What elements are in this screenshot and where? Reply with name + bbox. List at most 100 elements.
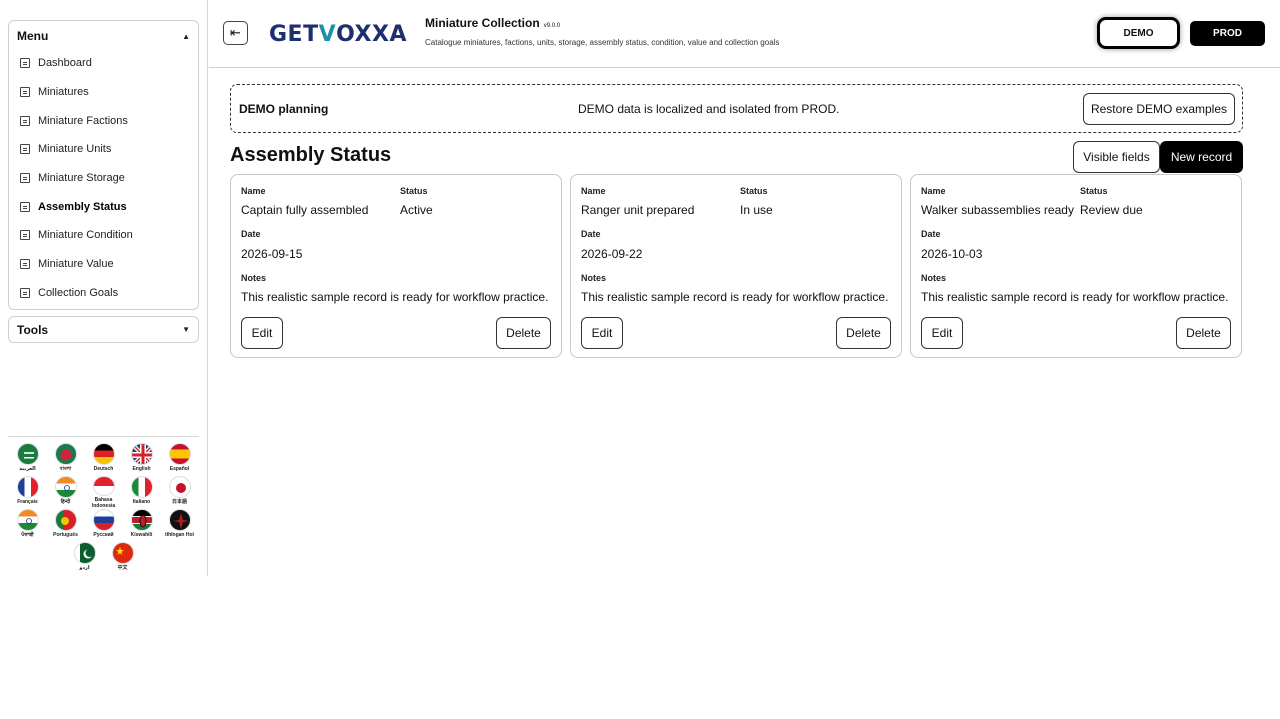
list-icon (20, 287, 30, 298)
record-date: 2026-09-15 (241, 247, 303, 261)
sidebar-item-label: Miniature Condition (38, 229, 133, 242)
caret-down-icon[interactable]: ▼ (182, 325, 190, 334)
language-indonesian[interactable]: Bahasa Indonesia (85, 476, 123, 509)
logo-text-part: GET (269, 21, 319, 47)
tools-panel[interactable]: Tools ▼ (8, 316, 199, 343)
language-french[interactable]: Français (9, 476, 47, 509)
language-swahili[interactable]: Kiswahili (123, 509, 161, 542)
language-selector: العربية বাংলা Deutsch English Español Fr… (8, 436, 199, 575)
collapse-sidebar-button[interactable]: ⇤ (223, 21, 248, 45)
language-italian[interactable]: Italiano (123, 476, 161, 509)
list-icon (20, 230, 30, 241)
app-subtitle: Catalogue miniatures, factions, units, s… (425, 38, 780, 47)
prod-env-button[interactable]: PROD (1190, 21, 1265, 46)
menu-panel: Menu ▲ Dashboard Miniatures Miniature Fa… (8, 20, 199, 310)
sidebar-item-miniatures[interactable]: Miniatures (9, 78, 198, 107)
record-notes: This realistic sample record is ready fo… (581, 290, 889, 304)
list-icon (20, 115, 30, 126)
notes-label: Notes (581, 273, 607, 283)
menu-title: Menu (17, 29, 49, 43)
language-hindi[interactable]: हिन्दी (47, 476, 85, 509)
language-label: हिन्दी (60, 499, 71, 505)
collapse-sidebar-icon: ⇤ (230, 25, 241, 40)
record-card: Name Status Walker subassemblies ready R… (910, 174, 1242, 358)
demo-env-button[interactable]: DEMO (1100, 20, 1177, 46)
language-label: ਪੰਜਾਬੀ (21, 532, 34, 538)
flag-pakistan-icon (73, 542, 96, 564)
flag-russia-icon (92, 509, 115, 531)
restore-demo-button[interactable]: Restore DEMO examples (1083, 93, 1235, 125)
language-urdu[interactable]: اردو (66, 542, 104, 575)
page-title: Assembly Status (230, 144, 392, 166)
language-label: Español (169, 466, 190, 472)
list-icon (20, 259, 30, 270)
sidebar-item-assembly-status[interactable]: Assembly Status (9, 192, 198, 221)
sidebar-item-miniature-condition[interactable]: Miniature Condition (9, 221, 198, 250)
language-spanish[interactable]: Español (161, 443, 199, 476)
language-label: tlhIngan Hol (165, 532, 194, 538)
record-card: Name Status Captain fully assembled Acti… (230, 174, 562, 358)
visible-fields-button[interactable]: Visible fields (1073, 141, 1160, 173)
list-icon (20, 173, 30, 184)
name-label: Name (921, 186, 946, 196)
flag-japan-icon (168, 476, 191, 498)
flag-china-icon (111, 542, 134, 564)
language-label: 日本語 (171, 499, 187, 505)
menu-header[interactable]: Menu ▲ (9, 21, 198, 45)
language-japanese[interactable]: 日本語 (161, 476, 199, 509)
flag-india-icon (54, 476, 77, 498)
tools-header[interactable]: Tools ▼ (9, 317, 198, 337)
language-label: Français (17, 499, 38, 505)
delete-button[interactable]: Delete (836, 317, 891, 349)
app-title-text: Miniature Collection (425, 16, 540, 30)
caret-up-icon[interactable]: ▲ (182, 32, 190, 41)
edit-button[interactable]: Edit (241, 317, 283, 349)
list-icon (20, 87, 30, 98)
tools-title: Tools (17, 322, 49, 337)
language-label: Русский (93, 532, 114, 538)
language-bangla[interactable]: বাংলা (47, 443, 85, 476)
notes-label: Notes (921, 273, 947, 283)
logo: GET V OXXA (269, 14, 407, 54)
language-russian[interactable]: Русский (85, 509, 123, 542)
sidebar-item-miniature-storage[interactable]: Miniature Storage (9, 164, 198, 193)
language-label: Kiswahili (130, 532, 153, 538)
sidebar-item-dashboard[interactable]: Dashboard (9, 49, 198, 78)
language-portuguese[interactable]: Português (47, 509, 85, 542)
new-record-button[interactable]: New record (1160, 141, 1243, 173)
logo-text-part: OXXA (336, 21, 407, 47)
record-status: In use (740, 203, 773, 217)
record-name: Ranger unit prepared (581, 203, 695, 217)
edit-button[interactable]: Edit (581, 317, 623, 349)
flag-kenya-icon (130, 509, 153, 531)
sidebar-item-miniature-value[interactable]: Miniature Value (9, 250, 198, 279)
language-label: Italiano (132, 499, 151, 505)
date-label: Date (241, 229, 261, 239)
app-title: Miniature Collection v9.0.0 (425, 16, 560, 30)
language-arabic[interactable]: العربية (9, 443, 47, 476)
app-version: v9.0.0 (543, 23, 561, 29)
sidebar-item-label: Miniature Value (38, 258, 114, 271)
language-chinese[interactable]: 中文 (104, 542, 142, 575)
flag-bangladesh-icon (54, 443, 77, 465)
sidebar-item-miniature-units[interactable]: Miniature Units (9, 135, 198, 164)
sidebar-item-label: Dashboard (38, 57, 92, 70)
edit-button[interactable]: Edit (921, 317, 963, 349)
language-klingon[interactable]: tlhIngan Hol (161, 509, 199, 542)
flag-france-icon (16, 476, 39, 498)
record-notes: This realistic sample record is ready fo… (241, 290, 549, 304)
sidebar-item-miniature-factions[interactable]: Miniature Factions (9, 106, 198, 135)
status-label: Status (740, 186, 768, 196)
record-date: 2026-10-03 (921, 247, 983, 261)
sidebar-item-collection-goals[interactable]: Collection Goals (9, 279, 198, 308)
language-german[interactable]: Deutsch (85, 443, 123, 476)
record-name: Walker subassemblies ready (921, 203, 1074, 217)
language-punjabi[interactable]: ਪੰਜਾਬੀ (9, 509, 47, 542)
delete-button[interactable]: Delete (496, 317, 551, 349)
date-label: Date (921, 229, 941, 239)
menu-list: Dashboard Miniatures Miniature Factions … (9, 49, 198, 307)
sidebar-item-label: Miniature Storage (38, 172, 125, 185)
language-english[interactable]: English (123, 443, 161, 476)
flag-germany-icon (92, 443, 115, 465)
delete-button[interactable]: Delete (1176, 317, 1231, 349)
